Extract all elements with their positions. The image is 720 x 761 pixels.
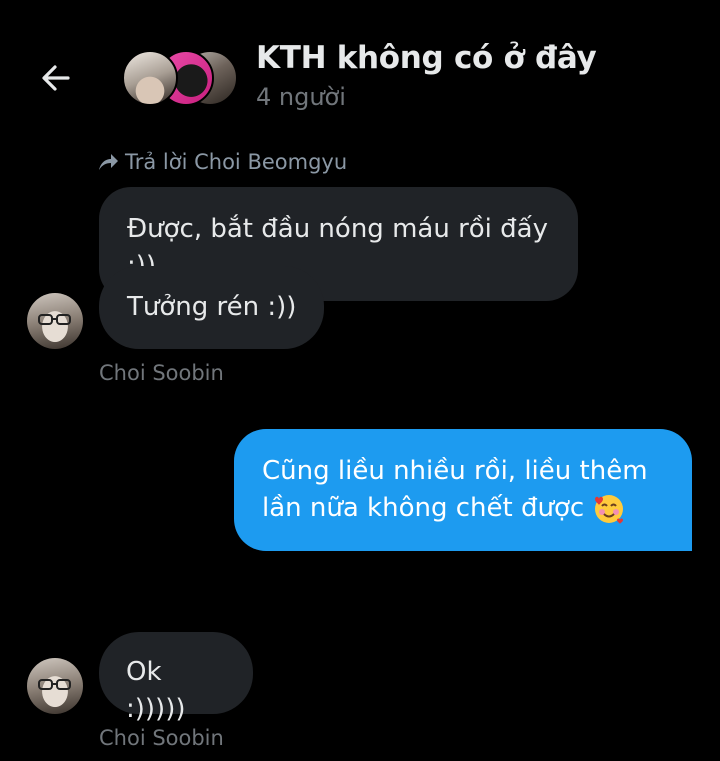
message-bubble[interactable]: Cũng liều nhiều rồi, liều thêm lần nữa k… (234, 429, 692, 551)
message-text: lần nữa không chết được (262, 493, 585, 523)
sender-avatar[interactable] (27, 658, 83, 714)
conversation-title[interactable]: KTH không có ở đây (256, 40, 597, 76)
group-avatars[interactable] (122, 50, 238, 106)
message-bubble[interactable]: Tưởng rén :)) (99, 266, 324, 349)
message-text: Ok :))))) (126, 657, 186, 724)
reply-arrow-icon (99, 154, 118, 170)
message-bubble[interactable]: Ok :))))) (99, 632, 253, 724)
glasses-icon (38, 314, 71, 325)
smiling-face-with-hearts-icon (595, 494, 624, 524)
reply-context[interactable]: Trả lời Choi Beomgyu (97, 150, 347, 174)
arrow-left-icon (42, 65, 70, 91)
member-count[interactable]: 4 người (256, 83, 346, 111)
message-text: Cũng liều nhiều rồi, liều thêm (262, 456, 648, 486)
back-button[interactable] (38, 60, 74, 96)
avatar (122, 50, 178, 106)
glasses-icon (38, 679, 71, 690)
reply-context-label: Trả lời Choi Beomgyu (125, 150, 348, 174)
sender-avatar[interactable] (27, 293, 83, 349)
sender-name: Choi Soobin (99, 726, 224, 750)
message-text-line: lần nữa không chết được (262, 490, 672, 527)
sender-name: Choi Soobin (99, 361, 224, 385)
message-text: Tưởng rén :)) (127, 292, 297, 322)
